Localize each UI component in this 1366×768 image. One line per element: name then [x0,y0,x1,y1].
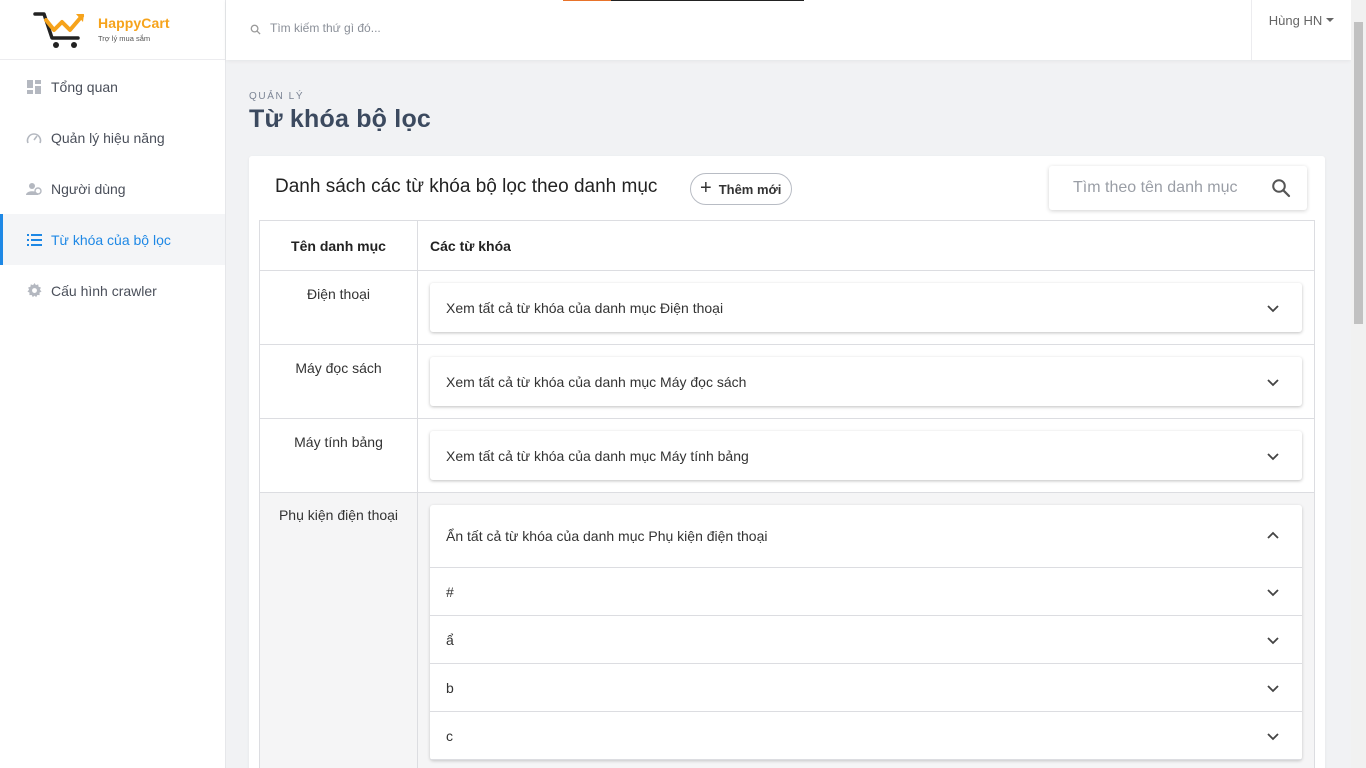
category-search [1049,166,1307,210]
table-row: Máy đọc sách Xem tất cả từ khóa của danh… [259,344,1315,419]
keywords-table: Tên danh mục Các từ khóa Điện thoại Xem … [259,220,1315,768]
search-icon[interactable] [1271,178,1291,198]
keyword-group-item[interactable]: b [430,664,1302,712]
panel-summary: Xem tất cả từ khóa của danh mục Điện tho… [446,299,724,316]
table-header-row: Tên danh mục Các từ khóa [259,220,1315,271]
keyword-group-label: b [446,679,454,696]
chevron-down-icon [1266,449,1280,463]
search-input[interactable] [270,21,570,35]
search-icon [250,22,262,35]
page-header: QUẢN LÝ Từ khóa bộ lọc [249,91,431,134]
sidebar-item-performance[interactable]: Quản lý hiệu năng [0,112,225,163]
caret-down-icon [1326,18,1335,22]
panel-header[interactable]: Ẩn tất cả từ khóa của danh mục Phụ kiện … [430,505,1302,568]
chevron-down-icon [1266,585,1280,599]
keyword-group-label: c [446,727,453,744]
plus-icon: + [700,177,712,199]
keyword-expansion-panel[interactable]: Xem tất cả từ khóa của danh mục Máy tính… [430,431,1302,480]
sidebar-item-users[interactable]: Người dùng [0,163,225,214]
chevron-down-icon [1266,633,1280,647]
gear-icon [26,283,42,299]
category-name: Máy đọc sách [259,344,418,419]
scrollbar-thumb[interactable] [1354,22,1363,324]
sidebar-item-label: Cấu hình crawler [51,282,157,299]
sidebar: HappyCart Trợ lý mua sắm Tổng quan Quản … [0,0,226,768]
keyword-group-label: # [446,583,454,600]
brand-tagline: Trợ lý mua sắm [98,33,151,43]
card-title: Danh sách các từ khóa bộ lọc theo danh m… [275,176,658,197]
keyword-expansion-panel[interactable]: Xem tất cả từ khóa của danh mục Điện tho… [430,283,1302,332]
topbar: Hùng HN [226,0,1351,60]
category-search-input[interactable] [1073,179,1269,197]
chevron-down-icon [1266,681,1280,695]
column-header-category: Tên danh mục [259,220,418,271]
table-row: Điện thoại Xem tất cả từ khóa của danh m… [259,270,1315,345]
scrollbar[interactable] [1351,0,1366,768]
dashboard-icon [26,79,42,95]
page-title: Từ khóa bộ lọc [249,105,432,133]
sidebar-item-crawler-config[interactable]: Cấu hình crawler [0,265,225,316]
chevron-down-icon [1266,729,1280,743]
brand-name: HappyCart [98,14,170,31]
table-row: Máy tính bảng Xem tất cả từ khóa của dan… [259,418,1315,493]
keyword-group-item[interactable]: ẩ [430,616,1302,664]
cart-logo-icon [32,8,92,52]
panel-summary: Xem tất cả từ khóa của danh mục Máy tính… [446,447,749,464]
category-name: Điện thoại [259,270,418,345]
loading-bar [563,0,804,1]
sidebar-item-label: Từ khóa của bộ lọc [51,231,171,248]
keyword-group-label: ẩ [446,631,454,648]
sidebar-nav: Tổng quan Quản lý hiệu năng Người dùng T… [0,61,225,316]
keywords-card: Danh sách các từ khóa bộ lọc theo danh m… [249,156,1325,768]
user-menu[interactable]: Hùng HN [1251,0,1351,60]
table-row: Phụ kiện điện thoại Ẩn tất cả từ khóa củ… [259,492,1315,768]
global-search [250,21,570,35]
speedometer-icon [26,130,42,146]
keyword-group-item[interactable]: # [430,568,1302,616]
panel-summary: Ẩn tất cả từ khóa của danh mục Phụ kiện … [446,528,768,544]
chevron-down-icon [1266,375,1280,389]
users-icon [26,181,42,197]
user-name: Hùng HN [1268,13,1323,28]
keyword-expansion-panel[interactable]: Xem tất cả từ khóa của danh mục Máy đọc … [430,357,1302,406]
list-icon [26,232,42,248]
add-new-label: Thêm mới [718,181,782,197]
sidebar-item-label: Người dùng [51,180,126,197]
category-name: Máy tính bảng [259,418,418,493]
brand[interactable]: HappyCart Trợ lý mua sắm [0,0,225,60]
sidebar-item-overview[interactable]: Tổng quan [0,61,225,112]
panel-summary: Xem tất cả từ khóa của danh mục Máy đọc … [446,373,747,390]
sidebar-item-filter-keywords[interactable]: Từ khóa của bộ lọc [0,214,225,265]
sidebar-item-label: Tổng quan [51,78,118,95]
chevron-up-icon [1266,529,1280,543]
sidebar-item-label: Quản lý hiệu năng [51,129,165,146]
add-new-button[interactable]: + Thêm mới [690,173,792,205]
category-name: Phụ kiện điện thoại [259,492,418,768]
column-header-keywords: Các từ khóa [417,220,1315,271]
keyword-expansion-panel-open: Ẩn tất cả từ khóa của danh mục Phụ kiện … [430,505,1302,760]
keyword-group-item[interactable]: c [430,712,1302,760]
chevron-down-icon [1266,301,1280,315]
breadcrumb: QUẢN LÝ [249,91,305,102]
